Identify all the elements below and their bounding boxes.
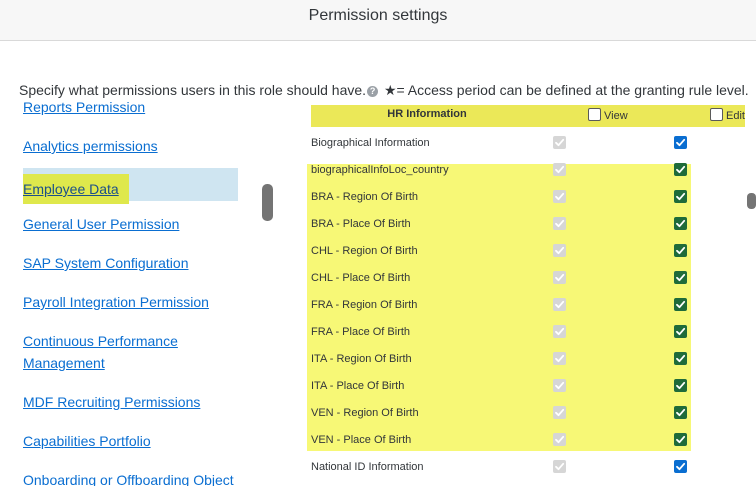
view-checkbox: [553, 325, 566, 338]
check-icon: [676, 138, 686, 147]
edit-checkbox[interactable]: [674, 163, 687, 176]
check-icon: [676, 381, 686, 390]
grid-header-title: HR Information: [387, 108, 467, 120]
view-checkbox: [553, 379, 566, 392]
edit-checkbox[interactable]: [674, 244, 687, 257]
check-icon: [555, 273, 565, 282]
row-label: FRA - Place Of Birth: [311, 326, 411, 338]
edit-checkbox[interactable]: [674, 271, 687, 284]
check-icon: [555, 219, 565, 228]
check-icon: [555, 435, 565, 444]
view-checkbox: [553, 460, 566, 473]
nav-item-employee-data[interactable]: Employee Data: [23, 174, 129, 204]
check-icon: [555, 381, 565, 390]
check-icon: [555, 138, 565, 147]
check-icon: [676, 327, 686, 336]
nav-item-onboarding-offboarding-object[interactable]: Onboarding or Offboarding Object: [23, 469, 234, 486]
view-checkbox: [553, 298, 566, 311]
row-label: CHL - Region Of Birth: [311, 245, 418, 257]
check-icon: [676, 300, 686, 309]
description-text: Specify what permissions users in this r…: [19, 82, 367, 98]
check-icon: [676, 192, 686, 201]
view-checkbox: [553, 136, 566, 149]
edit-checkbox[interactable]: [674, 433, 687, 446]
access-period-legend: ★= Access period can be defined at the g…: [383, 82, 749, 98]
nav-item-capabilities-portfolio[interactable]: Capabilities Portfolio: [23, 430, 151, 452]
view-checkbox: [553, 406, 566, 419]
check-icon: [676, 273, 686, 282]
check-icon: [555, 300, 565, 309]
check-icon: [676, 354, 686, 363]
nav-item-analytics-permissions[interactable]: Analytics permissions: [23, 135, 158, 157]
row-label: VEN - Place Of Birth: [311, 434, 412, 446]
edit-checkbox[interactable]: [674, 190, 687, 203]
view-all-checkbox[interactable]: [588, 108, 601, 121]
edit-checkbox[interactable]: [674, 298, 687, 311]
edit-checkbox[interactable]: [674, 460, 687, 473]
check-icon: [555, 192, 565, 201]
nav-scrollbar-thumb[interactable]: [262, 184, 273, 221]
view-checkbox: [553, 217, 566, 230]
row-label: ITA - Place Of Birth: [311, 380, 405, 392]
view-checkbox: [553, 244, 566, 257]
check-icon: [676, 435, 686, 444]
check-icon: [555, 165, 565, 174]
nav-item-mdf-recruiting-permissions[interactable]: MDF Recruiting Permissions: [23, 391, 200, 413]
edit-checkbox[interactable]: [674, 136, 687, 149]
edit-checkbox[interactable]: [674, 379, 687, 392]
view-checkbox: [553, 163, 566, 176]
nav-item-continuous-performance[interactable]: Continuous Performance: [23, 330, 178, 352]
row-label: biographicalInfoLoc_country: [311, 164, 449, 176]
check-icon: [555, 354, 565, 363]
check-icon: [676, 462, 686, 471]
dialog-title: Permission settings: [308, 7, 448, 24]
permission-category-list: Reports Permission Analytics permissions…: [0, 100, 260, 486]
info-icon[interactable]: ?: [367, 86, 379, 97]
permission-grid: HR Information View Edit Biographical In…: [307, 100, 756, 486]
row-label: Biographical Information: [311, 137, 430, 149]
edit-checkbox[interactable]: [674, 325, 687, 338]
check-icon: [555, 246, 565, 255]
check-icon: [555, 462, 565, 471]
nav-item-continuous-performance-line2[interactable]: Management: [23, 352, 105, 374]
edit-all-checkbox[interactable]: [710, 108, 723, 121]
check-icon: [555, 327, 565, 336]
view-checkbox: [553, 352, 566, 365]
view-checkbox: [553, 271, 566, 284]
nav-item-sap-system-configuration[interactable]: SAP System Configuration: [23, 252, 189, 274]
view-checkbox: [553, 190, 566, 203]
edit-checkbox[interactable]: [674, 352, 687, 365]
check-icon: [676, 219, 686, 228]
row-label: VEN - Region Of Birth: [311, 407, 419, 419]
row-label: National ID Information: [311, 461, 424, 473]
check-icon: [676, 246, 686, 255]
dialog-header: Permission settings: [0, 0, 756, 41]
row-label: ITA - Region Of Birth: [311, 353, 412, 365]
row-label: CHL - Place Of Birth: [311, 272, 411, 284]
nav-item-reports-permission[interactable]: Reports Permission: [23, 100, 145, 118]
edit-checkbox[interactable]: [674, 406, 687, 419]
check-icon: [676, 408, 686, 417]
view-checkbox: [553, 433, 566, 446]
edit-checkbox[interactable]: [674, 217, 687, 230]
row-label: BRA - Place Of Birth: [311, 218, 411, 230]
nav-item-payroll-integration-permission[interactable]: Payroll Integration Permission: [23, 291, 209, 313]
nav-item-general-user-permission[interactable]: General User Permission: [23, 213, 179, 235]
check-icon: [555, 408, 565, 417]
check-icon: [676, 165, 686, 174]
row-label: BRA - Region Of Birth: [311, 191, 418, 203]
edit-column-label: Edit: [726, 110, 745, 122]
row-label: FRA - Region Of Birth: [311, 299, 418, 311]
permission-description: Specify what permissions users in this r…: [19, 82, 749, 99]
view-column-label: View: [604, 110, 628, 122]
